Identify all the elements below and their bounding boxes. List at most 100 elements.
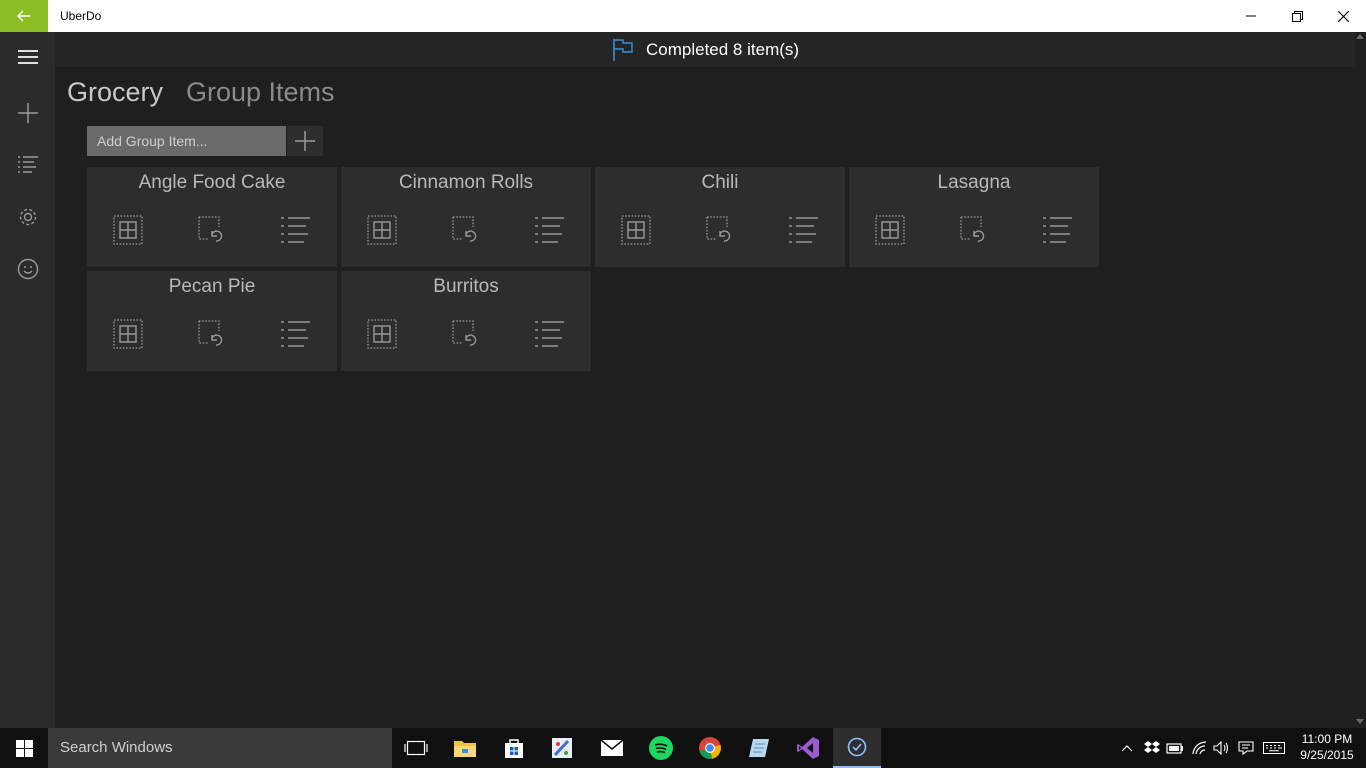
grid-view-button[interactable] bbox=[112, 318, 144, 350]
file-explorer-button[interactable] bbox=[441, 728, 489, 768]
group-tile[interactable]: Lasagna bbox=[849, 167, 1099, 267]
file-explorer-icon bbox=[454, 741, 476, 757]
visual-studio-icon bbox=[797, 737, 819, 759]
grid-view-icon bbox=[367, 215, 397, 245]
windows-logo-icon bbox=[15, 739, 33, 757]
action-center-button[interactable] bbox=[1234, 728, 1258, 768]
add-list-button[interactable] bbox=[0, 89, 55, 137]
group-name: Cinnamon Rolls bbox=[398, 172, 534, 193]
visual-studio-button[interactable] bbox=[784, 728, 832, 768]
add-group-item-button[interactable] bbox=[287, 126, 323, 156]
task-view-button[interactable] bbox=[392, 728, 440, 768]
notes-icon bbox=[749, 739, 769, 757]
grid-view-icon bbox=[367, 319, 397, 349]
settings-button[interactable] bbox=[0, 193, 55, 241]
undo-select-button[interactable] bbox=[450, 318, 482, 350]
minimize-icon bbox=[1246, 15, 1256, 17]
paint-button[interactable] bbox=[538, 728, 586, 768]
group-tile[interactable]: Cinnamon Rolls bbox=[341, 167, 591, 267]
volume-tray-button[interactable] bbox=[1210, 728, 1234, 768]
restore-icon bbox=[1291, 10, 1303, 22]
store-button[interactable] bbox=[490, 728, 538, 768]
add-icon bbox=[17, 103, 38, 123]
action-center-icon bbox=[1238, 741, 1254, 755]
undo-select-button[interactable] bbox=[450, 214, 482, 246]
list-view-button[interactable] bbox=[1041, 214, 1073, 246]
page-title: Grocery bbox=[67, 77, 164, 107]
scroll-down-arrow-icon[interactable] bbox=[1356, 719, 1364, 724]
list-view-button[interactable] bbox=[533, 214, 565, 246]
grid-view-button[interactable] bbox=[366, 318, 398, 350]
lists-button[interactable] bbox=[0, 141, 55, 189]
group-tile[interactable]: Burritos bbox=[341, 271, 591, 371]
clock-time: 11:00 PM bbox=[1301, 732, 1353, 746]
taskbar-search-box[interactable]: Search Windows bbox=[48, 728, 392, 768]
list-view-button[interactable] bbox=[279, 214, 311, 246]
flag-icon bbox=[613, 38, 633, 61]
vertical-scrollbar[interactable] bbox=[1355, 32, 1366, 728]
app-title: UberDo bbox=[60, 9, 102, 23]
undo-select-button[interactable] bbox=[958, 214, 990, 246]
close-button[interactable] bbox=[1320, 0, 1366, 32]
grid-view-button[interactable] bbox=[620, 214, 652, 246]
chrome-icon bbox=[699, 737, 721, 759]
spotify-button[interactable] bbox=[637, 728, 685, 768]
list-view-button[interactable] bbox=[533, 318, 565, 350]
store-icon bbox=[505, 739, 523, 758]
grid-view-icon bbox=[113, 215, 143, 245]
group-name: Pecan Pie bbox=[168, 276, 256, 297]
back-button[interactable] bbox=[0, 0, 48, 32]
undo-select-icon bbox=[198, 216, 223, 242]
undo-select-button[interactable] bbox=[196, 318, 228, 350]
restore-button[interactable] bbox=[1274, 0, 1320, 32]
list-icon bbox=[17, 156, 38, 173]
paint-icon bbox=[552, 738, 572, 758]
spotify-icon bbox=[649, 736, 673, 760]
group-tile[interactable]: Chili bbox=[595, 167, 845, 267]
hamburger-menu-icon bbox=[17, 50, 38, 64]
uberdo-icon bbox=[847, 737, 867, 757]
taskbar-clock[interactable]: 11:00 PM 9/25/2015 bbox=[1296, 731, 1358, 763]
group-name: Angle Food Cake bbox=[138, 172, 286, 193]
start-button[interactable] bbox=[0, 728, 48, 768]
undo-select-icon bbox=[960, 216, 985, 242]
group-tile[interactable]: Angle Food Cake bbox=[87, 167, 337, 267]
mail-button[interactable] bbox=[588, 728, 636, 768]
list-view-button[interactable] bbox=[279, 318, 311, 350]
scroll-up-arrow-icon[interactable] bbox=[1356, 34, 1364, 39]
close-icon bbox=[1337, 10, 1349, 22]
back-arrow-icon bbox=[17, 10, 30, 22]
grid-view-icon bbox=[113, 319, 143, 349]
list-view-icon bbox=[535, 217, 564, 243]
battery-tray-button[interactable] bbox=[1163, 728, 1187, 768]
group-name: Lasagna bbox=[937, 172, 1011, 193]
list-view-button[interactable] bbox=[787, 214, 819, 246]
undo-select-button[interactable] bbox=[196, 214, 228, 246]
list-view-icon bbox=[789, 217, 818, 243]
sidebar bbox=[0, 32, 55, 728]
smiley-icon bbox=[17, 258, 38, 280]
group-name: Burritos bbox=[433, 276, 499, 297]
plus-icon bbox=[295, 131, 315, 151]
notes-button[interactable] bbox=[735, 728, 783, 768]
keyboard-tray-button[interactable] bbox=[1262, 728, 1286, 768]
undo-select-icon bbox=[452, 216, 477, 242]
grid-view-button[interactable] bbox=[366, 214, 398, 246]
minimize-button[interactable] bbox=[1228, 0, 1274, 32]
grid-view-button[interactable] bbox=[874, 214, 906, 246]
uberdo-taskbar-button[interactable] bbox=[833, 728, 881, 768]
menu-button[interactable] bbox=[0, 33, 55, 81]
wifi-tray-button[interactable] bbox=[1188, 728, 1212, 768]
list-view-icon bbox=[535, 321, 564, 347]
list-view-icon bbox=[281, 321, 310, 347]
group-tile[interactable]: Pecan Pie bbox=[87, 271, 337, 371]
completed-status-text: Completed 8 item(s) bbox=[646, 39, 800, 59]
show-hidden-icons-button[interactable] bbox=[1115, 728, 1139, 768]
chrome-button[interactable] bbox=[686, 728, 734, 768]
dropbox-tray-button[interactable] bbox=[1140, 728, 1164, 768]
add-group-item-input[interactable] bbox=[87, 126, 286, 156]
taskbar: Search Windows 11:00 PM 9/25/2015 bbox=[0, 728, 1366, 768]
grid-view-button[interactable] bbox=[112, 214, 144, 246]
feedback-button[interactable] bbox=[0, 245, 55, 293]
undo-select-button[interactable] bbox=[704, 214, 736, 246]
